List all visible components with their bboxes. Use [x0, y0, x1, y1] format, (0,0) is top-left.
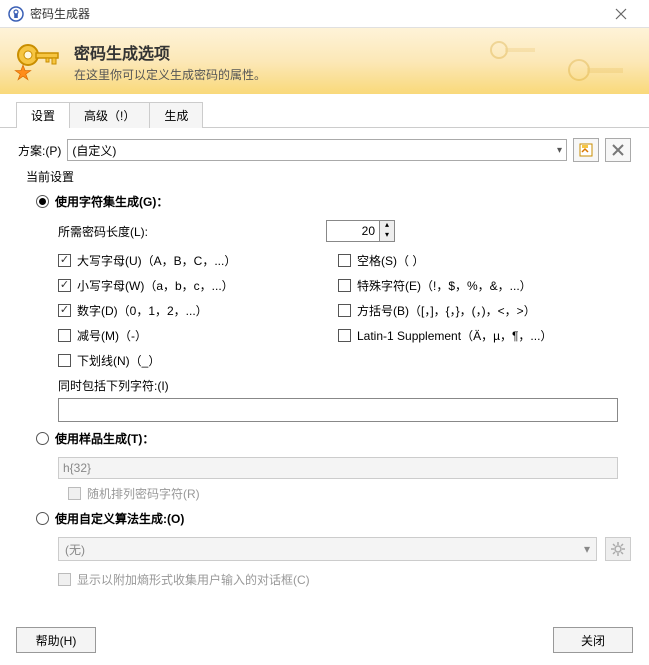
delete-profile-button[interactable]: [605, 138, 631, 162]
length-input[interactable]: [327, 221, 379, 241]
radio-icon: [36, 512, 49, 525]
banner: 密码生成选项 在这里你可以定义生成密码的属性。: [0, 28, 649, 94]
chevron-down-icon: ▾: [584, 542, 590, 556]
radio-pattern[interactable]: 使用样品生成(T)：: [36, 430, 631, 447]
length-spinner[interactable]: ▴ ▾: [326, 220, 395, 242]
check-random-permute: 随机排列密码字符(R): [68, 485, 631, 502]
pattern-input: h{32}: [58, 457, 618, 479]
check-lower[interactable]: 小写字母(W)（a，b，c，...）: [58, 277, 328, 294]
checkbox-icon: [338, 329, 351, 342]
check-underscore[interactable]: 下划线(N)（_）: [58, 352, 328, 369]
radio-pattern-label: 使用样品生成(T)：: [55, 430, 154, 447]
radio-icon: [36, 195, 49, 208]
algo-select: (无) ▾: [58, 537, 597, 561]
banner-deco-icon: [469, 38, 629, 88]
tab-generate[interactable]: 生成: [149, 102, 203, 128]
radio-algo-label: 使用自定义算法生成:(O): [55, 510, 184, 527]
key-icon: [12, 35, 64, 87]
spinner-down[interactable]: ▾: [380, 231, 394, 241]
scheme-select[interactable]: (自定义) ▾: [67, 139, 567, 161]
tab-settings[interactable]: 设置: [16, 102, 70, 128]
checkbox-icon: [58, 329, 71, 342]
check-digit[interactable]: 数字(D)（0，1，2，...）: [58, 302, 328, 319]
check-special[interactable]: 特殊字符(E)（!，$，%，&，...）: [338, 277, 631, 294]
checkbox-icon: [58, 573, 71, 586]
also-include-input[interactable]: [58, 398, 618, 422]
check-upper[interactable]: 大写字母(U)（A，B，C，...）: [58, 252, 328, 269]
scheme-value: (自定义): [72, 142, 116, 159]
chevron-down-icon: ▾: [557, 145, 562, 156]
app-icon: [8, 6, 24, 22]
checkbox-icon: [58, 354, 71, 367]
checkbox-icon: [58, 254, 71, 267]
check-minus[interactable]: 减号(M)（-）: [58, 327, 328, 344]
checkbox-icon: [58, 304, 71, 317]
banner-sub: 在这里你可以定义生成密码的属性。: [74, 66, 266, 83]
check-latin[interactable]: Latin-1 Supplement（Ä，µ，¶，...）: [338, 327, 631, 344]
also-include-label: 同时包括下列字符:(I): [58, 377, 631, 394]
current-settings-label: 当前设置: [26, 168, 631, 185]
check-bracket[interactable]: 方括号(B)（[，]，{，}，(，)，<，>）: [338, 302, 631, 319]
checkbox-icon: [68, 487, 81, 500]
close-window-button[interactable]: [601, 0, 641, 28]
length-label: 所需密码长度(L):: [58, 223, 326, 240]
radio-charset-label: 使用字符集生成(G)：: [55, 193, 168, 210]
algo-settings-button: [605, 537, 631, 561]
radio-icon: [36, 432, 49, 445]
checkbox-icon: [338, 254, 351, 267]
window-title: 密码生成器: [30, 5, 601, 22]
radio-charset[interactable]: 使用字符集生成(G)：: [36, 193, 631, 210]
tab-advanced[interactable]: 高级（!）: [69, 102, 150, 128]
save-profile-button[interactable]: [573, 138, 599, 162]
checkbox-icon: [338, 304, 351, 317]
checkbox-icon: [338, 279, 351, 292]
banner-heading: 密码生成选项: [74, 40, 266, 64]
check-space[interactable]: 空格(S)（ ）: [338, 252, 631, 269]
check-entropy-dialog[interactable]: 显示以附加熵形式收集用户输入的对话框(C): [58, 571, 631, 588]
scheme-label: 方案:(P): [18, 142, 61, 159]
help-button[interactable]: 帮助(H): [16, 627, 96, 653]
close-button[interactable]: 关闭: [553, 627, 633, 653]
tab-bar: 设置 高级（!） 生成: [16, 102, 649, 128]
checkbox-icon: [58, 279, 71, 292]
radio-algo[interactable]: 使用自定义算法生成:(O): [36, 510, 631, 527]
